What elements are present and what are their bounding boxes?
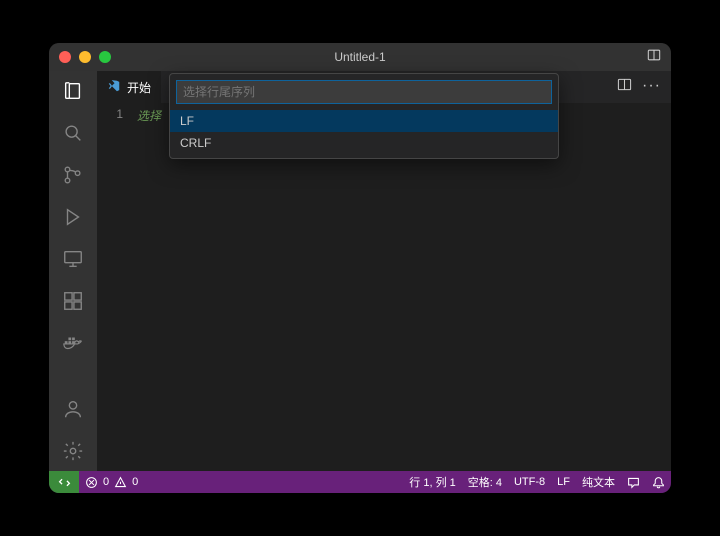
- error-count: 0: [103, 476, 109, 488]
- split-editor-icon[interactable]: [617, 77, 632, 97]
- extensions-icon[interactable]: [61, 289, 85, 313]
- run-debug-icon[interactable]: [61, 205, 85, 229]
- quick-pick-input[interactable]: [176, 80, 552, 104]
- quick-pick-panel: LF CRLF: [169, 73, 559, 159]
- quick-pick-item-crlf[interactable]: CRLF: [170, 132, 558, 154]
- vscode-icon: [107, 79, 121, 96]
- feedback-icon[interactable]: [621, 471, 646, 493]
- more-actions-icon[interactable]: ···: [642, 77, 661, 97]
- editor-actions: ···: [617, 77, 671, 97]
- encoding-button[interactable]: UTF-8: [508, 471, 551, 493]
- warning-count: 0: [132, 476, 138, 488]
- window-title: Untitled-1: [49, 50, 671, 64]
- settings-gear-icon[interactable]: [61, 439, 85, 463]
- source-control-icon[interactable]: [61, 163, 85, 187]
- docker-icon[interactable]: [61, 331, 85, 355]
- line-number: 1: [97, 103, 137, 471]
- indentation-button[interactable]: 空格: 4: [462, 471, 508, 493]
- explorer-icon[interactable]: [61, 79, 85, 103]
- search-icon[interactable]: [61, 121, 85, 145]
- quick-pick-item-lf[interactable]: LF: [170, 110, 558, 132]
- title-bar: Untitled-1: [49, 43, 671, 71]
- tab-welcome[interactable]: 开始: [97, 71, 161, 103]
- notifications-icon[interactable]: [646, 471, 671, 493]
- cursor-position[interactable]: 行 1, 列 1: [403, 471, 461, 493]
- tab-label: 开始: [127, 79, 151, 96]
- remote-button[interactable]: [49, 471, 79, 493]
- app-window: Untitled-1 开始: [49, 43, 671, 493]
- remote-explorer-icon[interactable]: [61, 247, 85, 271]
- activity-bar: [49, 71, 97, 471]
- eol-button[interactable]: LF: [551, 471, 576, 493]
- problems-button[interactable]: 0 0: [79, 471, 144, 493]
- layout-icon[interactable]: [647, 48, 661, 67]
- status-bar: 0 0 行 1, 列 1 空格: 4 UTF-8 LF 纯文本: [49, 471, 671, 493]
- accounts-icon[interactable]: [61, 397, 85, 421]
- language-mode-button[interactable]: 纯文本: [576, 471, 621, 493]
- quick-pick-list: LF CRLF: [170, 110, 558, 158]
